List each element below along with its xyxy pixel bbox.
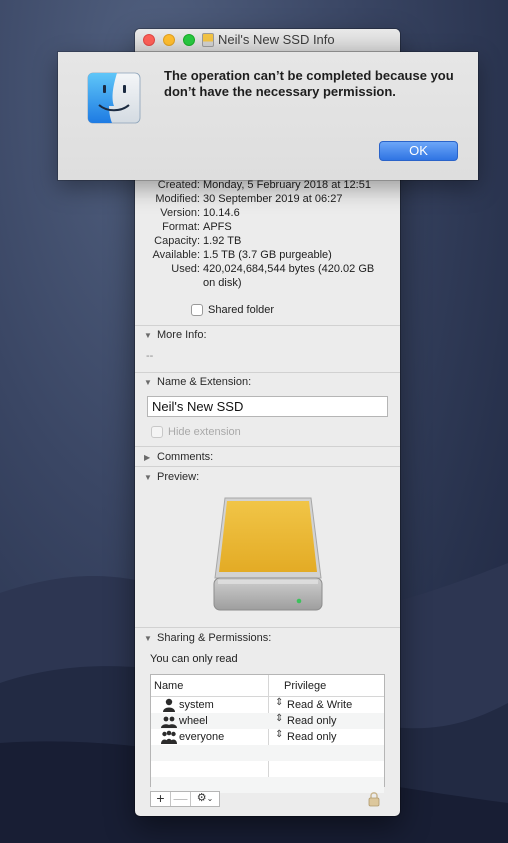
group-icon [161, 716, 177, 728]
user-name: everyone [179, 731, 225, 743]
info-row-used: Used: 420,024,684,544 bytes (420.02 GB o… [135, 262, 400, 290]
table-row[interactable]: everyone ⇕ Read only [151, 729, 384, 745]
table-row-empty [151, 745, 384, 761]
disclosure-down-icon: ▼ [144, 633, 152, 643]
section-title: Name & Extension: [157, 376, 252, 388]
ok-button[interactable]: OK [379, 141, 458, 161]
divider [135, 325, 400, 326]
info-row-created: Created: Monday, 5 February 2018 at 12:5… [135, 178, 400, 192]
preview-disclosure[interactable]: ▼ Preview: [144, 471, 199, 483]
alert-message: The operation can’t be completed because… [164, 68, 454, 99]
divider [135, 372, 400, 373]
drive-icon [202, 32, 214, 47]
zoom-window-button[interactable] [183, 34, 195, 46]
info-value: Monday, 5 February 2018 at 12:51 [203, 179, 371, 191]
shared-folder-checkbox[interactable] [191, 304, 203, 316]
divider [135, 627, 400, 628]
disclosure-down-icon: ▼ [144, 472, 152, 482]
chevron-down-icon: ⌄ [206, 794, 214, 803]
comments-disclosure[interactable]: ▶ Comments: [144, 451, 213, 463]
disclosure-down-icon: ▼ [144, 377, 152, 387]
table-header: Name Privilege [151, 675, 384, 697]
disclosure-down-icon: ▼ [144, 330, 152, 340]
table-row-empty [151, 761, 384, 777]
info-row-available: Available: 1.5 TB (3.7 GB purgeable) [135, 248, 400, 262]
table-row[interactable]: wheel ⇕ Read only [151, 713, 384, 729]
name-extension-disclosure[interactable]: ▼ Name & Extension: [144, 376, 251, 388]
privilege-value[interactable]: Read & Write [287, 699, 352, 711]
divider [135, 466, 400, 467]
info-key: Format: [162, 221, 200, 233]
section-title: More Info: [157, 329, 207, 341]
table-row[interactable]: system ⇕ Read & Write [151, 697, 384, 713]
disclosure-right-icon: ▶ [144, 452, 151, 462]
shared-folder-option[interactable]: Shared folder [191, 304, 274, 316]
info-value: 420,024,684,544 bytes (420.02 GB on disk… [203, 263, 375, 289]
title-bar[interactable]: Neil's New SSD Info [135, 29, 400, 52]
info-row-format: Format: APFS [135, 220, 400, 234]
info-key: Capacity: [154, 235, 200, 247]
privilege-stepper-icon[interactable]: ⇕ [275, 713, 283, 724]
add-permission-button[interactable]: + [151, 791, 171, 806]
window-title: Neil's New SSD Info [218, 32, 335, 47]
permissions-toolbar: + — ⚙⌄ [150, 791, 220, 807]
info-key: Created: [157, 179, 200, 191]
info-row-capacity: Capacity: 1.92 TB [135, 234, 400, 248]
lock-icon[interactable] [368, 791, 380, 807]
more-info-value: -- [146, 350, 154, 362]
general-info-list: Created: Monday, 5 February 2018 at 12:5… [135, 178, 400, 290]
gear-icon: ⚙ [196, 792, 207, 804]
user-name: wheel [179, 715, 208, 727]
privilege-stepper-icon[interactable]: ⇕ [275, 729, 283, 740]
info-key: Available: [152, 249, 201, 261]
permission-alert: The operation can’t be completed because… [58, 52, 478, 180]
column-header-privilege[interactable]: Privilege [284, 680, 326, 692]
everyone-icon [161, 730, 177, 744]
privilege-stepper-icon[interactable]: ⇕ [275, 697, 283, 708]
external-drive-icon [213, 497, 323, 611]
name-field[interactable]: Neil's New SSD [147, 396, 388, 417]
more-info-disclosure[interactable]: ▼ More Info: [144, 329, 207, 341]
close-window-button[interactable] [143, 34, 155, 46]
info-key: Modified: [155, 193, 200, 205]
info-value: 10.14.6 [203, 207, 240, 219]
privilege-value[interactable]: Read only [287, 715, 337, 727]
hide-extension-checkbox[interactable] [151, 426, 163, 438]
info-value: 30 September 2019 at 06:27 [203, 193, 343, 205]
finder-icon [87, 72, 141, 124]
info-row-version: Version: 10.14.6 [135, 206, 400, 220]
hide-extension-label: Hide extension [168, 426, 241, 438]
permissions-table: Name Privilege system ⇕ Read & Write whe… [150, 674, 385, 793]
info-value: APFS [203, 221, 232, 233]
remove-permission-button[interactable]: — [171, 791, 191, 806]
info-value: 1.92 TB [203, 235, 242, 247]
single-user-icon [163, 698, 175, 712]
sharing-permissions-disclosure[interactable]: ▼ Sharing & Permissions: [144, 632, 271, 644]
info-row-modified: Modified: 30 September 2019 at 06:27 [135, 192, 400, 206]
shared-folder-label: Shared folder [208, 304, 275, 316]
gear-menu-button[interactable]: ⚙⌄ [191, 792, 219, 806]
column-header-name[interactable]: Name [154, 680, 183, 692]
section-title: Sharing & Permissions: [157, 632, 272, 644]
privilege-value[interactable]: Read only [287, 731, 337, 743]
user-name: system [179, 699, 214, 711]
info-key: Version: [160, 207, 200, 219]
info-key: Used: [171, 263, 200, 275]
permission-status: You can only read [150, 653, 238, 665]
section-title: Comments: [157, 451, 214, 463]
minimize-window-button[interactable] [163, 34, 175, 46]
section-title: Preview: [157, 471, 200, 483]
info-value: 1.5 TB (3.7 GB purgeable) [203, 249, 332, 261]
divider [135, 446, 400, 447]
hide-extension-option[interactable]: Hide extension [151, 426, 241, 438]
status-led [296, 598, 302, 604]
